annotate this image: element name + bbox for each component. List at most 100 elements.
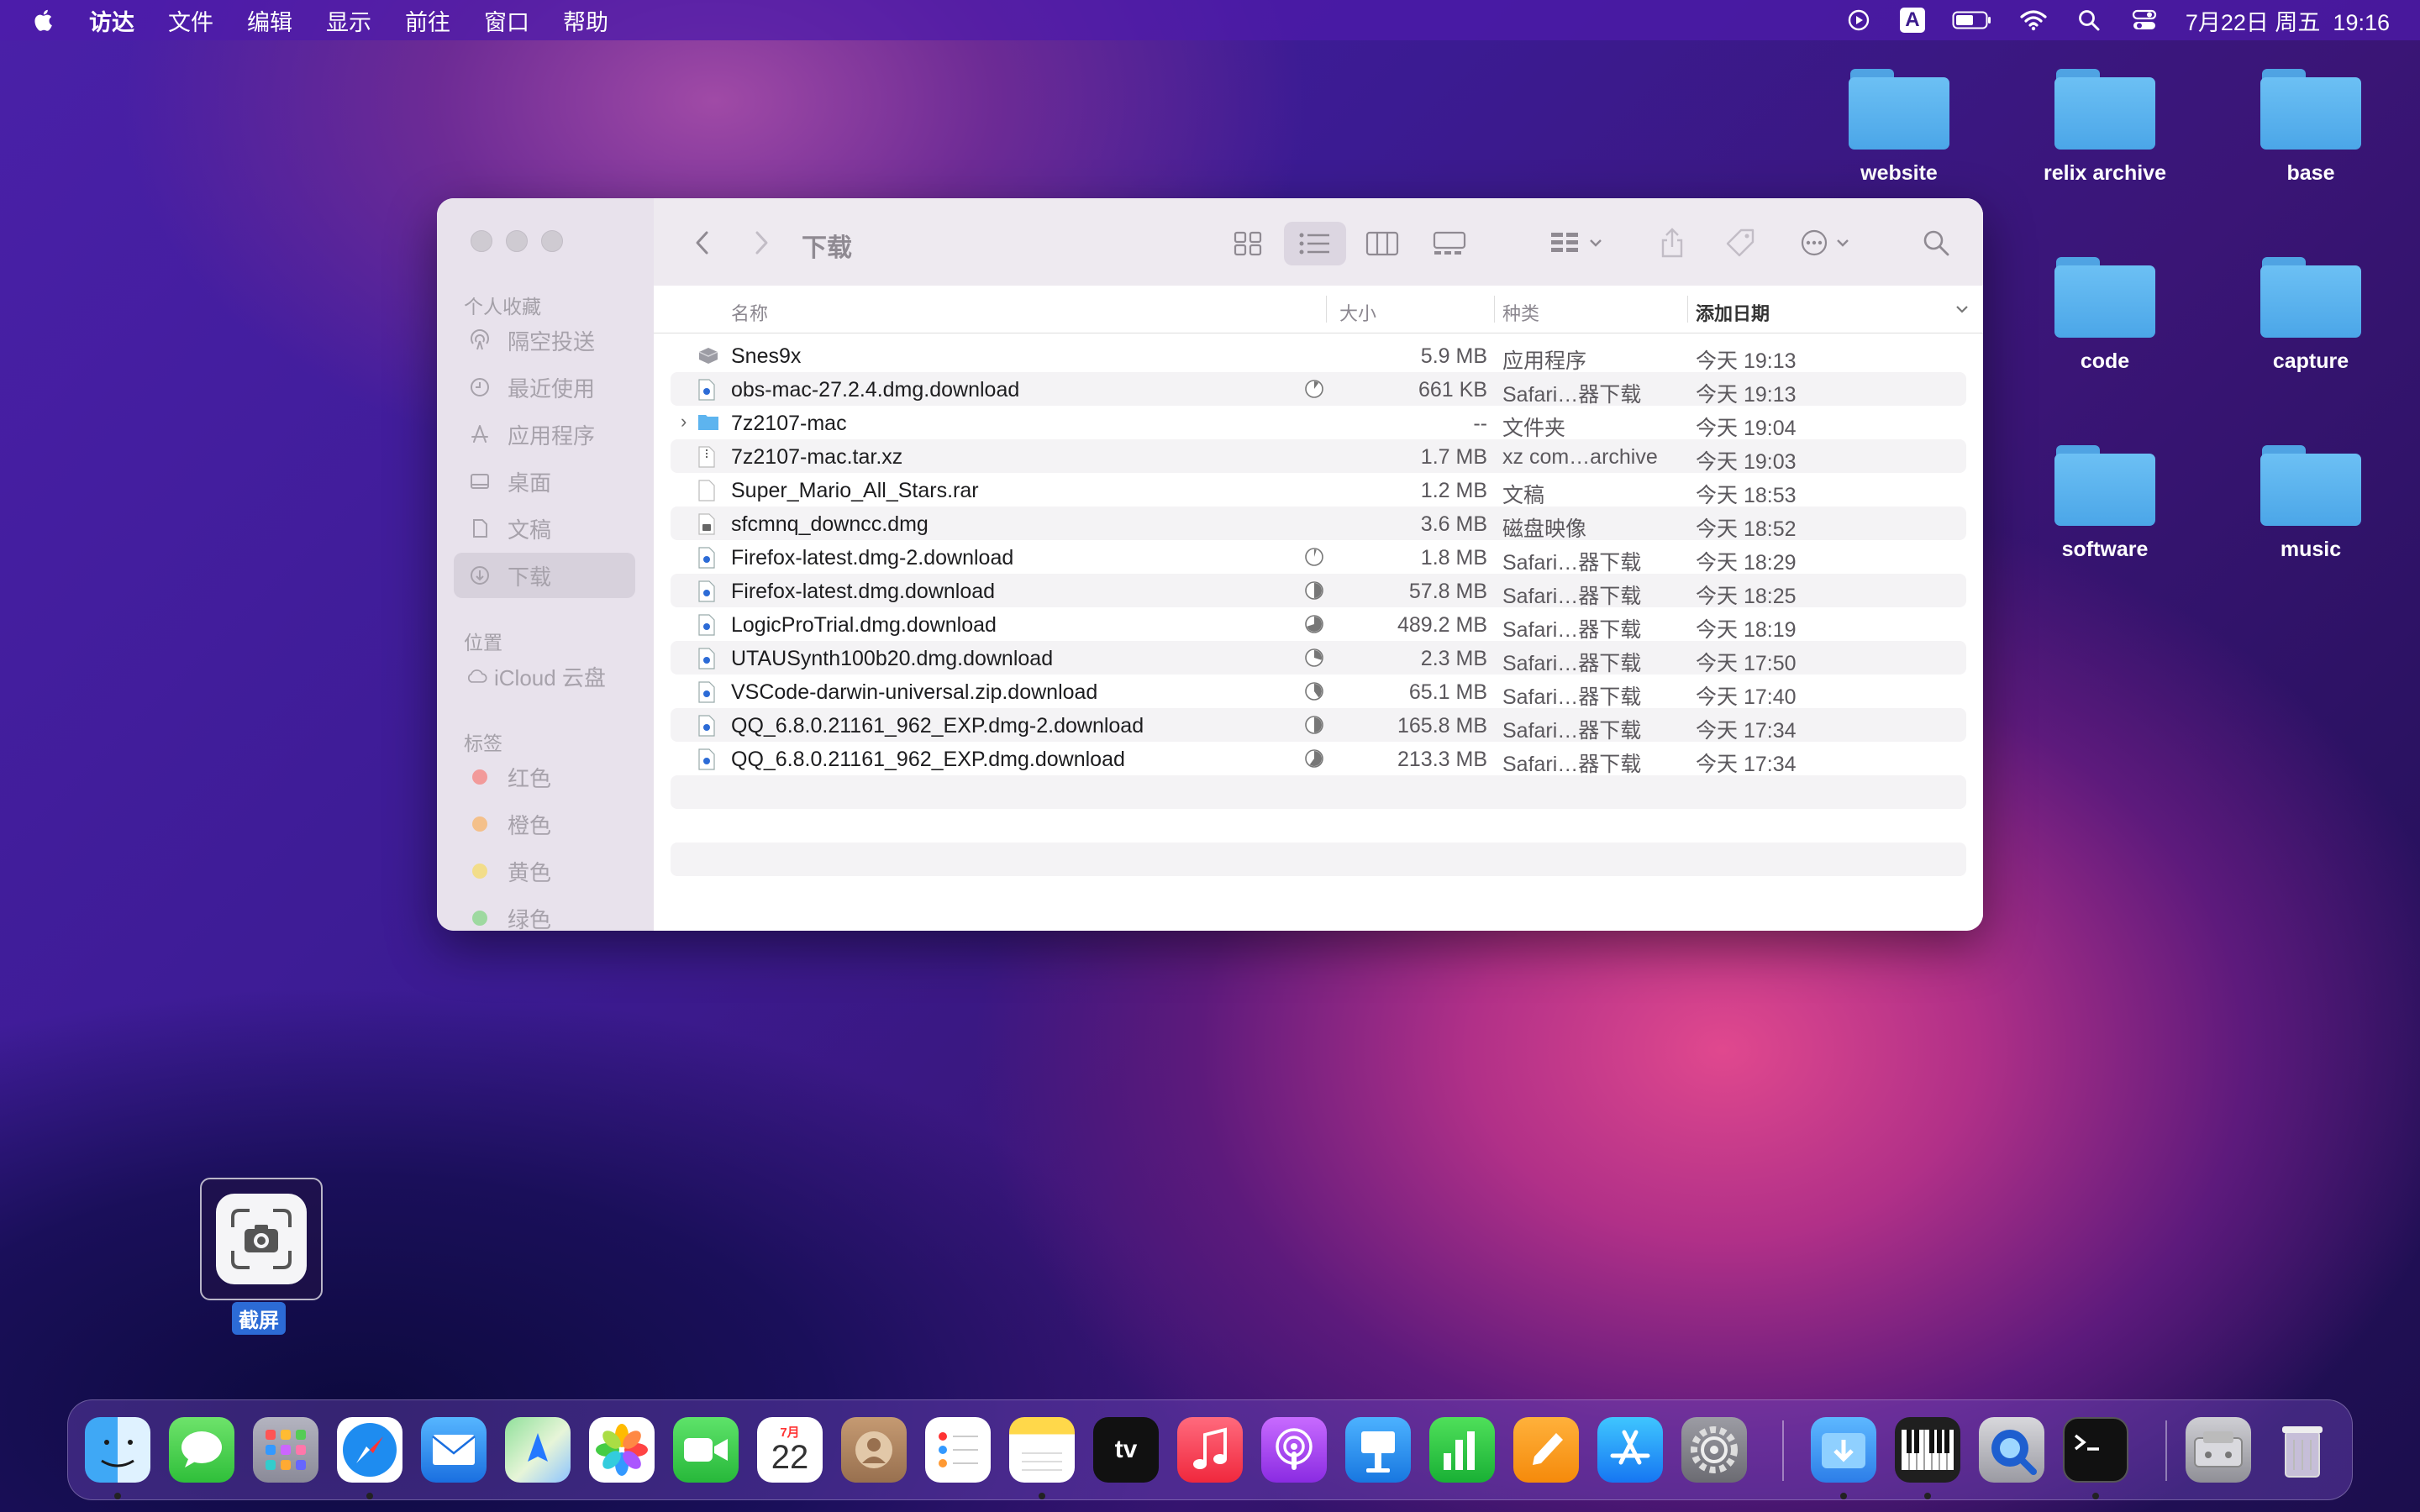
sidebar-item-airdrop[interactable]: 隔空投送 — [454, 318, 635, 363]
sidebar-item-icloud-drive[interactable]: iCloud 云盘 — [454, 654, 635, 699]
column-size-header[interactable]: 大小 — [1339, 299, 1376, 326]
dock-music[interactable] — [1177, 1417, 1243, 1483]
file-row[interactable]: Snes9x 5.9 MB 应用程序 今天 19:13 — [671, 339, 1966, 373]
desktop-folder-software[interactable]: software — [2021, 444, 2189, 562]
dock-photos[interactable] — [589, 1417, 655, 1483]
share-button[interactable] — [1654, 223, 1691, 262]
dock-mail[interactable] — [421, 1417, 487, 1483]
battery-icon[interactable] — [1952, 6, 1992, 34]
desktop-folder-base[interactable]: base — [2227, 67, 2395, 186]
menu-edit[interactable]: 编辑 — [247, 4, 292, 37]
file-row[interactable]: 7z2107-mac.tar.xz 1.7 MB xz com…archive 今天 … — [671, 439, 1966, 474]
dock-system-preferences[interactable] — [1681, 1417, 1747, 1483]
desktop-folder-code[interactable]: code — [2021, 255, 2189, 374]
dock-finder[interactable] — [85, 1417, 150, 1483]
forward-button[interactable] — [743, 223, 780, 262]
app-icon — [697, 345, 718, 365]
file-row[interactable]: Firefox-latest.dmg-2.download 1.8 MB Safar… — [671, 540, 1966, 575]
file-kind: 应用程序 — [1502, 349, 1587, 373]
dock-notes[interactable] — [1009, 1417, 1075, 1483]
back-button[interactable] — [684, 223, 721, 262]
dock-safari[interactable] — [337, 1417, 402, 1483]
file-row[interactable]: obs-mac-27.2.4.dmg.download 661 KB Safari…… — [671, 372, 1966, 407]
file-row[interactable]: VSCode-darwin-universal.zip.download 65.1… — [671, 675, 1966, 709]
control-center-icon[interactable] — [2130, 6, 2159, 34]
action-menu-button[interactable] — [1793, 223, 1857, 262]
desktop-folder-music[interactable]: music — [2227, 444, 2395, 562]
sidebar-tag-green[interactable]: 绿色 — [454, 895, 635, 931]
disclosure-triangle-icon[interactable]: › — [681, 411, 687, 433]
tag-button[interactable] — [1719, 223, 1761, 262]
dock-keynote[interactable] — [1345, 1417, 1411, 1483]
menu-window[interactable]: 窗口 — [484, 4, 529, 37]
spotlight-search-icon[interactable] — [2075, 6, 2103, 34]
apple-menu-icon[interactable] — [32, 8, 57, 33]
sidebar-item-recents[interactable]: 最近使用 — [454, 365, 635, 410]
minimize-window-button[interactable] — [506, 230, 528, 252]
dock-reminders[interactable] — [925, 1417, 991, 1483]
sidebar-item-downloads[interactable]: 下载 — [454, 553, 635, 598]
column-date-header[interactable]: 添加日期 — [1696, 299, 1770, 326]
menu-go[interactable]: 前往 — [405, 4, 450, 37]
file-row[interactable]: Firefox-latest.dmg.download 57.8 MB Safari… — [671, 574, 1966, 608]
search-button[interactable] — [1918, 223, 1954, 262]
wifi-icon[interactable] — [2019, 6, 2048, 34]
cloud-icon — [466, 665, 487, 687]
desktop-folder-relix-archive[interactable]: relix archive — [2021, 67, 2189, 186]
sidebar-item-label: 应用程序 — [508, 423, 596, 449]
bar-chart-icon — [1444, 1431, 1475, 1470]
column-name-header[interactable]: 名称 — [731, 299, 768, 326]
column-kind-header[interactable]: 种类 — [1502, 299, 1539, 326]
dock-snes9x[interactable] — [2186, 1417, 2251, 1483]
sidebar-item-documents[interactable]: 文稿 — [454, 506, 635, 551]
dock-numbers[interactable] — [1429, 1417, 1495, 1483]
dock-launchpad[interactable] — [253, 1417, 318, 1483]
running-indicator — [1039, 1493, 1045, 1499]
screen-recording-icon[interactable] — [1844, 6, 1873, 34]
dock-app-store[interactable] — [1597, 1417, 1663, 1483]
dock-downloads-stack[interactable] — [1811, 1417, 1876, 1483]
dock-podcasts[interactable] — [1261, 1417, 1327, 1483]
menu-finder[interactable]: 访达 — [89, 4, 134, 37]
dock-maps[interactable] — [505, 1417, 571, 1483]
dock-messages[interactable] — [169, 1417, 234, 1483]
gallery-view-button[interactable] — [1418, 222, 1481, 265]
file-row[interactable]: › 7z2107-mac -- 文件夹 今天 19:04 — [671, 406, 1966, 440]
sort-chevron-down-icon[interactable] — [1954, 304, 1970, 314]
sidebar-item-applications[interactable]: 应用程序 — [454, 412, 635, 457]
desktop-folder-capture[interactable]: capture — [2227, 255, 2395, 374]
menu-view[interactable]: 显示 — [326, 4, 371, 37]
dock-calendar[interactable]: 7月 22 — [757, 1417, 823, 1483]
group-by-button[interactable] — [1543, 223, 1610, 262]
file-row[interactable]: LogicProTrial.dmg.download 489.2 MB Safari… — [671, 607, 1966, 642]
dock-quicktime[interactable] — [1979, 1417, 2044, 1483]
sidebar-tag-orange[interactable]: 橙色 — [454, 801, 635, 847]
dock-apple-tv[interactable]: tv — [1093, 1417, 1159, 1483]
dock-facetime[interactable] — [673, 1417, 739, 1483]
sidebar-item-desktop[interactable]: 桌面 — [454, 459, 635, 504]
dock-trash[interactable] — [2270, 1417, 2335, 1483]
list-view-button[interactable] — [1284, 222, 1346, 265]
screenshot-thumbnail[interactable] — [200, 1178, 323, 1300]
icon-view-button[interactable] — [1217, 222, 1279, 265]
dock-pages[interactable] — [1513, 1417, 1579, 1483]
menubar-clock[interactable]: 7月22日 周五 19:16 — [2186, 4, 2390, 37]
zoom-window-button[interactable] — [541, 230, 563, 252]
desktop-folder-website[interactable]: website — [1815, 67, 1983, 186]
dock-contacts[interactable] — [841, 1417, 907, 1483]
file-row[interactable]: QQ_6.8.0.21161_962_EXP.dmg-2.download 165… — [671, 708, 1966, 743]
file-row[interactable]: Super_Mario_All_Stars.rar 1.2 MB 文稿 今天 18:5… — [671, 473, 1966, 507]
dock-terminal[interactable] — [2063, 1417, 2128, 1483]
file-row[interactable]: QQ_6.8.0.21161_962_EXP.dmg.download 213.3… — [671, 742, 1966, 776]
calendar-month: 7月 — [780, 1425, 800, 1440]
column-view-button[interactable] — [1351, 222, 1413, 265]
sidebar-tag-red[interactable]: 红色 — [454, 754, 635, 800]
menu-file[interactable]: 文件 — [168, 4, 213, 37]
file-row[interactable]: sfcmnq_downcc.dmg 3.6 MB 磁盘映像 今天 18:52 — [671, 507, 1966, 541]
file-row[interactable]: UTAUSynth100b20.dmg.download 2.3 MB Safari… — [671, 641, 1966, 675]
dock-piano-app[interactable] — [1895, 1417, 1960, 1483]
input-method-icon[interactable]: A — [1899, 8, 1925, 33]
sidebar-tag-yellow[interactable]: 黄色 — [454, 848, 635, 894]
menu-help[interactable]: 帮助 — [563, 4, 608, 37]
close-window-button[interactable] — [471, 230, 492, 252]
